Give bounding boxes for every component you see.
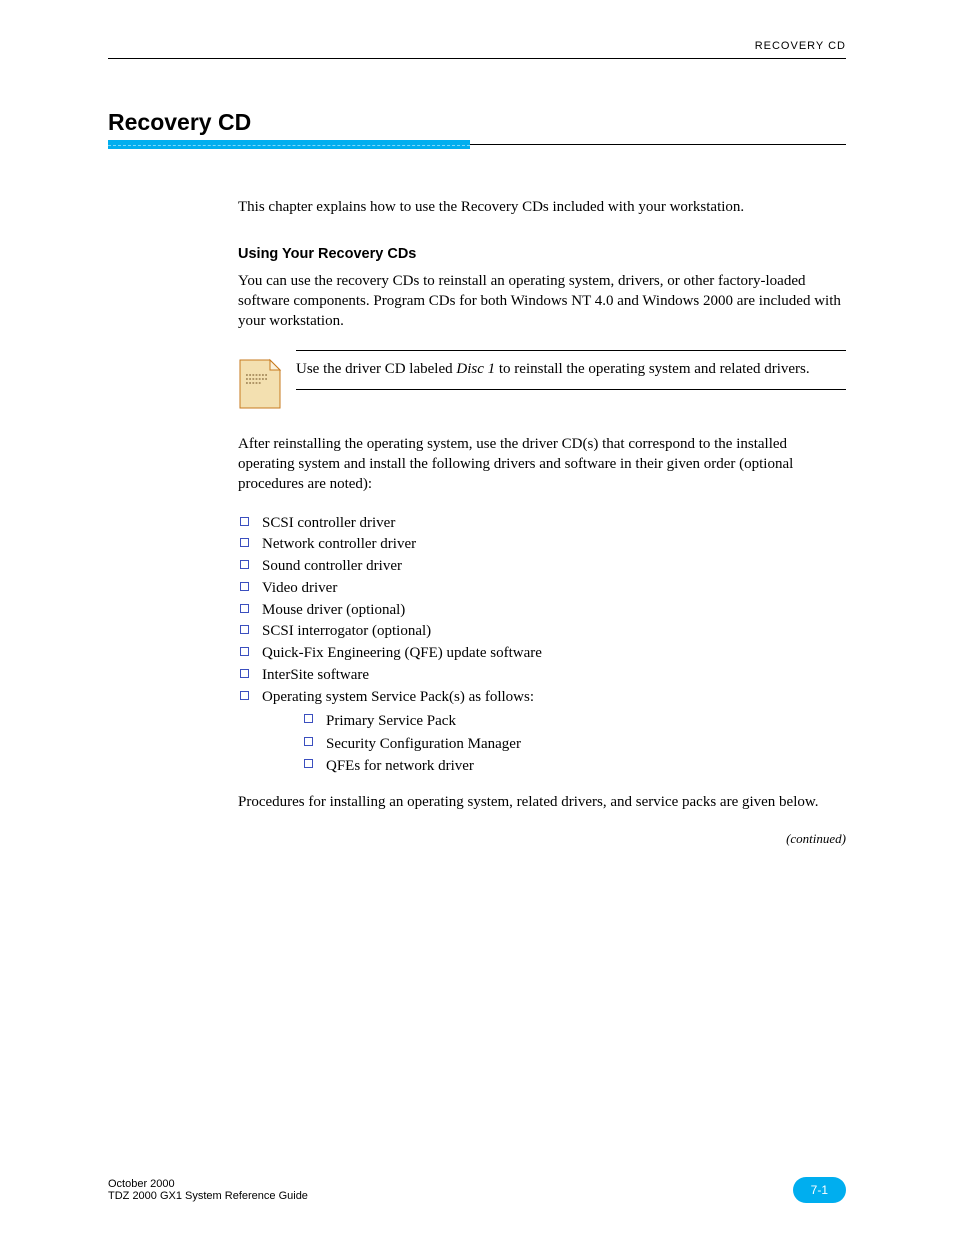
page-footer: October 2000 TDZ 2000 GX1 System Referen…: [108, 1177, 846, 1203]
driver-list: SCSI controller driver Network controlle…: [238, 513, 846, 778]
list-item: Quick-Fix Engineering (QFE) update softw…: [238, 643, 846, 665]
list-item: Mouse driver (optional): [238, 600, 846, 622]
list-item: SCSI interrogator (optional): [238, 621, 846, 643]
list-item: Network controller driver: [238, 534, 846, 556]
intro-paragraph: This chapter explains how to use the Rec…: [238, 197, 846, 217]
list-item: Primary Service Pack: [302, 710, 846, 733]
footer-date: October 2000: [108, 1178, 308, 1190]
intro-paragraph-2: You can use the recovery CDs to reinstal…: [238, 271, 846, 332]
subhead-using-recovery: Using Your Recovery CDs: [238, 245, 846, 265]
list-item: Operating system Service Pack(s) as foll…: [238, 687, 846, 778]
list-item: SCSI controller driver: [238, 513, 846, 535]
note-icon: [238, 358, 282, 416]
paragraph-3: After reinstalling the operating system,…: [238, 434, 846, 495]
list-item: QFEs for network driver: [302, 755, 846, 778]
list-item: InterSite software: [238, 665, 846, 687]
page-number-pill: 7-1: [793, 1177, 846, 1203]
paragraph-4: Procedures for installing an operating s…: [238, 792, 846, 812]
note-block: Use the driver CD labeled Disc 1 to rein…: [238, 350, 846, 416]
header-rule: [108, 58, 846, 59]
list-item: Security Configuration Manager: [302, 733, 846, 756]
continued-marker: (continued): [238, 830, 846, 848]
footer-guide: TDZ 2000 GX1 System Reference Guide: [108, 1190, 308, 1202]
list-item: Sound controller driver: [238, 556, 846, 578]
header-breadcrumb: RECOVERY CD: [108, 40, 846, 52]
list-item: Video driver: [238, 578, 846, 600]
section-title: Recovery CD: [108, 109, 846, 136]
note-text: Use the driver CD labeled Disc 1 to rein…: [296, 351, 846, 389]
title-underline: [108, 140, 846, 149]
